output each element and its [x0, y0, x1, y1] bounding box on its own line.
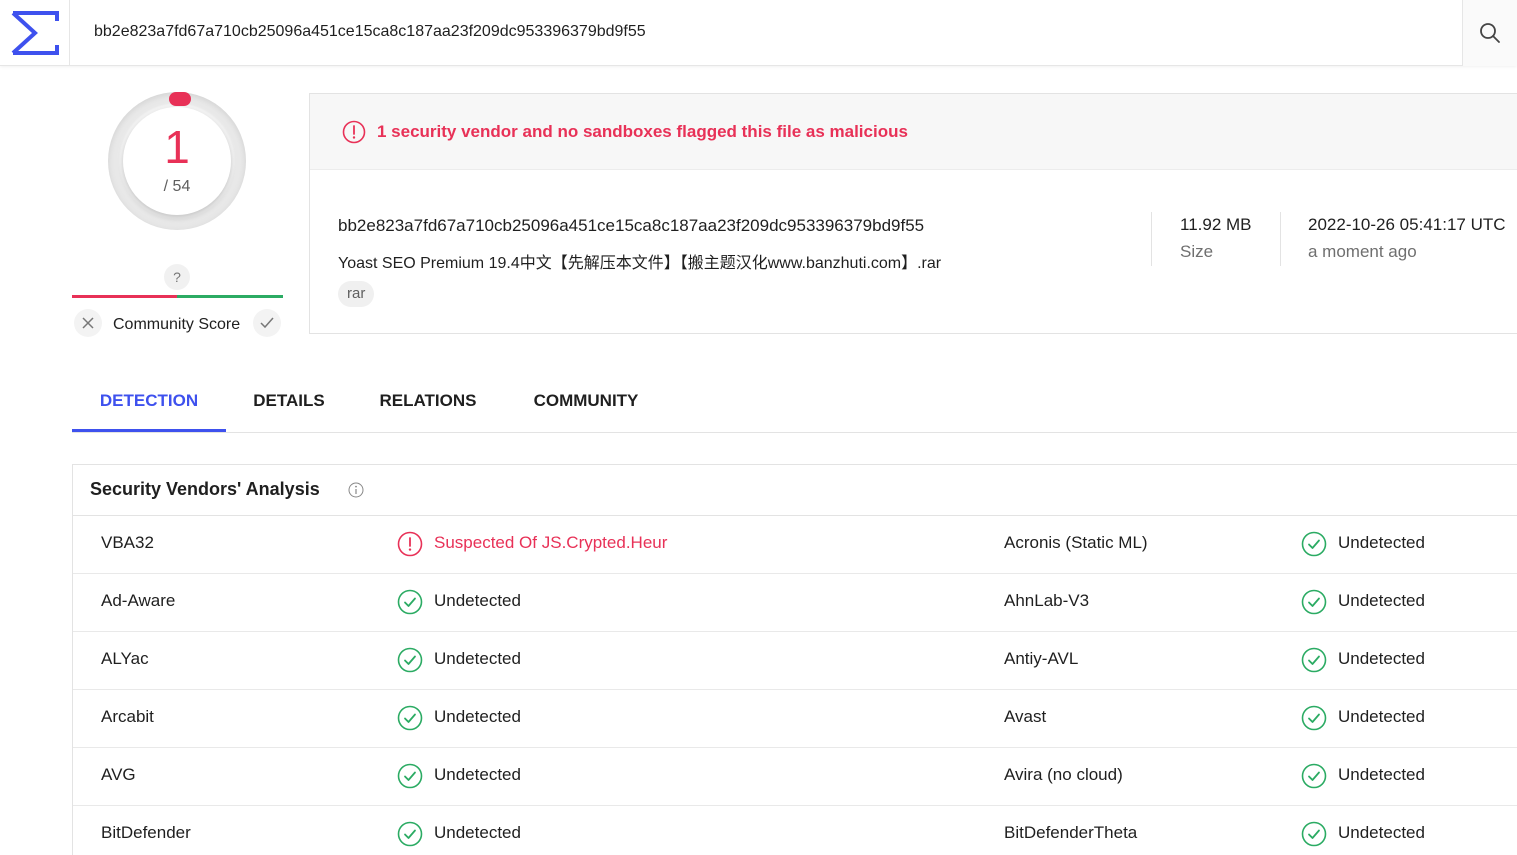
vendor-name: VBA32 [101, 533, 154, 552]
vendor-result: Undetected [1338, 649, 1425, 668]
vendor-result[interactable]: Suspected Of JS.Crypted.Heur [434, 533, 667, 553]
vendor-name: AhnLab-V3 [1004, 591, 1090, 610]
tab-community[interactable]: COMMUNITY [518, 370, 654, 432]
file-name: Yoast SEO Premium 19.4中文【先解压本文件】【搬主题汉化ww… [338, 255, 942, 272]
divider [1280, 212, 1281, 266]
check-circle-icon [1301, 531, 1327, 557]
vendor-name: BitDefender [101, 823, 191, 842]
vendor-name: Arcabit [101, 707, 154, 726]
vendor-result: Undetected [1338, 591, 1425, 610]
table-row: AVG Undetected Avira (no cloud) Undetected [73, 748, 1517, 806]
check-circle-icon [397, 589, 423, 615]
search-input[interactable] [94, 18, 1434, 46]
vendor-name: Avira (no cloud) [1004, 765, 1123, 784]
vendor-result: Undetected [434, 649, 521, 668]
detection-alert-banner: 1 security vendor and no sandboxes flagg… [310, 94, 1517, 170]
file-hash: bb2e823a7fd67a710cb25096a451ce15ca8c187a… [338, 216, 925, 235]
analysis-header: Security Vendors' Analysis [73, 465, 1517, 516]
score-indicator-dot [169, 92, 191, 106]
file-summary-card: 1 security vendor and no sandboxes flagg… [309, 93, 1517, 334]
detection-alert-text: 1 security vendor and no sandboxes flagg… [377, 122, 908, 141]
search-button[interactable] [1462, 0, 1517, 66]
tab-detection[interactable]: DETECTION [72, 370, 226, 432]
check-icon [260, 317, 274, 329]
vendor-name: BitDefenderTheta [1004, 823, 1138, 842]
check-circle-icon [397, 821, 423, 847]
vendor-result: Undetected [1338, 823, 1425, 842]
alert-circle-icon [342, 120, 366, 144]
file-type-tag[interactable]: rar [338, 281, 375, 307]
vote-malicious-button[interactable] [74, 309, 102, 337]
table-row: Arcabit Undetected Avast Undetected [73, 690, 1517, 748]
score-detections: 1 [164, 121, 190, 173]
check-circle-icon [1301, 647, 1327, 673]
tab-relations[interactable]: RELATIONS [366, 370, 490, 432]
community-score-bar-positive [177, 295, 283, 298]
vendor-name: Acronis (Static ML) [1004, 533, 1148, 552]
check-circle-icon [397, 705, 423, 731]
check-circle-icon [1301, 763, 1327, 789]
check-circle-icon [397, 647, 423, 673]
file-size-label: Size [1180, 242, 1214, 261]
vendor-result: Undetected [1338, 707, 1425, 726]
score-total: / 54 [163, 178, 191, 195]
divider [1151, 212, 1152, 266]
table-row: Ad-Aware Undetected AhnLab-V3 Undetected [73, 574, 1517, 632]
security-vendors-analysis: Security Vendors' Analysis VBA32 Suspecte… [72, 464, 1517, 855]
alert-circle-icon [397, 531, 423, 557]
report-tabs: DETECTION DETAILS RELATIONS COMMUNITY [72, 370, 1517, 433]
table-row: ALYac Undetected Antiy-AVL Undetected [73, 632, 1517, 690]
check-circle-icon [1301, 821, 1327, 847]
table-row: BitDefender Undetected BitDefenderTheta Und… [73, 806, 1517, 855]
vendor-name: ALYac [101, 649, 149, 668]
analysis-title: Security Vendors' Analysis [90, 479, 320, 499]
vote-harmless-button[interactable] [253, 309, 281, 337]
check-circle-icon [397, 763, 423, 789]
vendor-result: Undetected [1338, 765, 1425, 784]
vendor-result: Undetected [434, 707, 521, 726]
vendor-name: Ad-Aware [101, 591, 176, 610]
table-row: VBA32 Suspected Of JS.Crypted.Heur Acronis… [73, 516, 1517, 574]
vendor-result: Undetected [1338, 533, 1425, 552]
sigma-logo-icon [11, 11, 59, 55]
analysis-date-relative: a moment ago [1308, 242, 1417, 261]
vendor-name: Avast [1004, 707, 1047, 726]
check-circle-icon [1301, 705, 1327, 731]
detection-score-gauge: 1 / 54 [108, 92, 248, 232]
top-search-bar [0, 0, 1517, 66]
vendor-result: Undetected [434, 765, 521, 784]
close-icon [82, 317, 94, 329]
search-icon [1480, 23, 1500, 43]
tab-details[interactable]: DETAILS [238, 370, 340, 432]
vendor-result: Undetected [434, 823, 521, 842]
check-circle-icon [1301, 589, 1327, 615]
vendor-name: AVG [101, 765, 136, 784]
logo[interactable] [0, 0, 70, 66]
analysis-date-value: 2022-10-26 05:41:17 UTC [1308, 215, 1506, 234]
file-size-value: 11.92 MB [1180, 215, 1252, 234]
vendor-name: Antiy-AVL [1004, 649, 1079, 668]
community-score-bar-negative [72, 295, 177, 298]
info-icon[interactable] [348, 482, 364, 498]
community-score-value: ? [164, 264, 190, 290]
community-score-label: Community Score [113, 316, 241, 333]
vendor-result: Undetected [434, 591, 521, 610]
